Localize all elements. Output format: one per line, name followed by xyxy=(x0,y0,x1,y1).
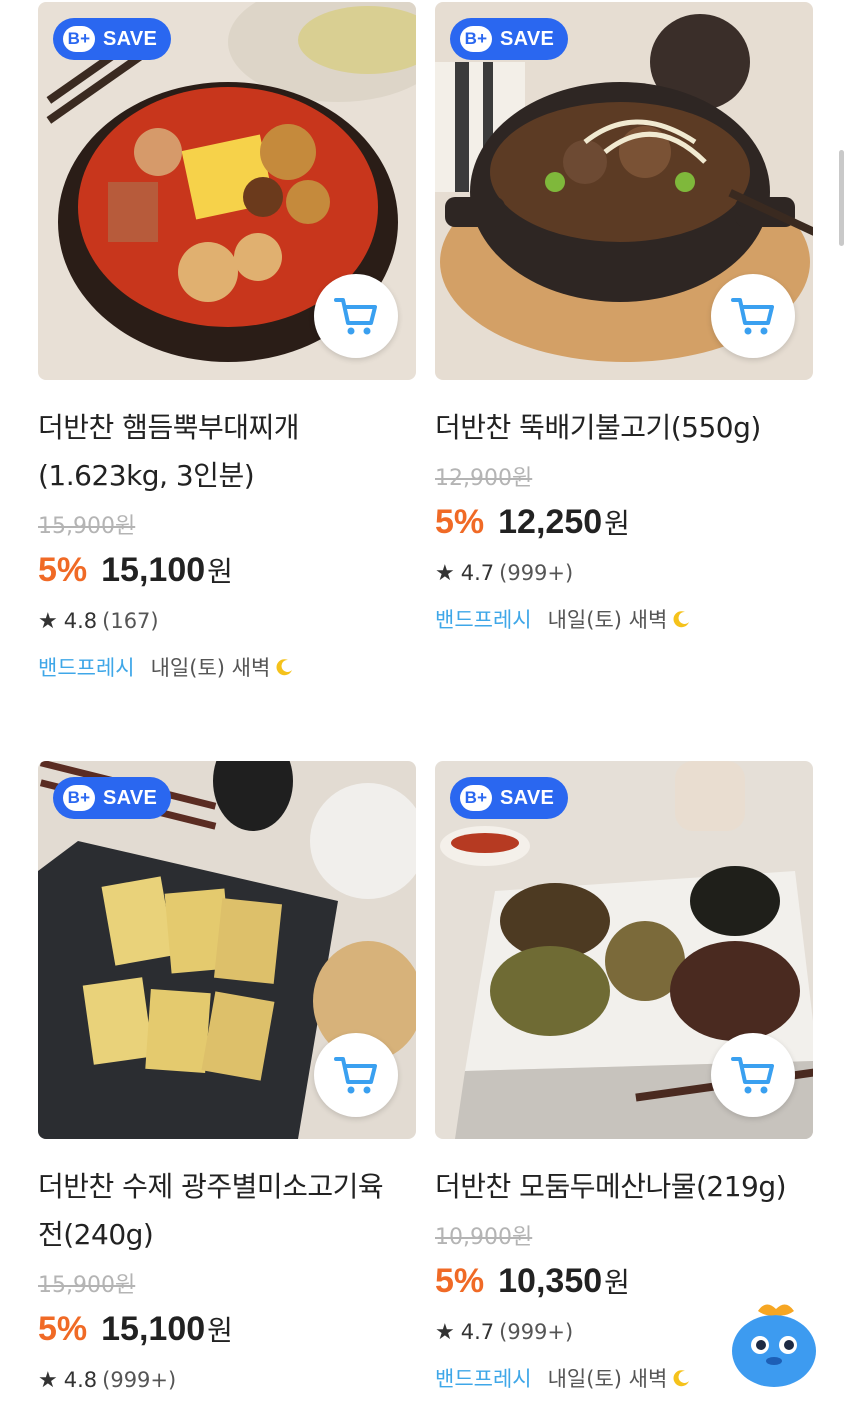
rating: ★ 4.7 (999+) xyxy=(435,558,813,588)
mascot-chat-button[interactable] xyxy=(728,1295,820,1387)
star-icon: ★ xyxy=(435,1319,455,1345)
original-price: 12,900원 xyxy=(435,466,533,491)
mascot-icon xyxy=(732,1304,816,1387)
product-name[interactable]: 더반찬 햄듬뿍부대찌개 (1.623kg, 3인분) xyxy=(38,404,416,500)
sale-price: 15,100 xyxy=(101,1310,206,1348)
product-card[interactable]: B+ SAVE 더반찬 햄듬뿍부대찌개 (1.623kg, 3인분) 15,90… xyxy=(38,2,416,682)
delivery-time: 내일(토) 새벽 xyxy=(150,656,271,680)
delivery-brand: 밴드프레시 xyxy=(435,608,532,632)
rating: ★ 4.8 (167) xyxy=(38,606,416,636)
currency-unit: 원 xyxy=(604,1266,630,1299)
save-badge: B+ SAVE xyxy=(53,18,172,60)
product-image[interactable]: B+ SAVE xyxy=(435,2,813,380)
product-card[interactable]: B+ SAVE 더반찬 수제 광주별미소고기육 전(240g) 15,900원 … xyxy=(38,761,416,1395)
discount-rate: 5% xyxy=(38,1310,88,1348)
rating-value: 4.8 xyxy=(63,609,98,633)
cart-icon xyxy=(334,1057,377,1094)
review-count: (999+) xyxy=(102,1368,177,1392)
sale-price: 12,250 xyxy=(498,503,603,541)
product-image[interactable]: B+ SAVE xyxy=(435,761,813,1139)
product-name-line1: 더반찬 뚝배기불고기(550g) xyxy=(435,411,761,444)
save-badge-label: SAVE xyxy=(103,27,158,50)
review-count: (167) xyxy=(102,609,159,633)
product-name-line2: 전(240g) xyxy=(38,1218,154,1251)
add-to-cart-button[interactable] xyxy=(314,1033,398,1117)
save-badge: B+ SAVE xyxy=(450,777,569,819)
save-badge-label: SAVE xyxy=(500,786,555,809)
b-plus-mark: B+ xyxy=(63,26,95,52)
original-price: 15,900원 xyxy=(38,514,136,539)
product-image[interactable]: B+ SAVE xyxy=(38,761,416,1139)
moon-icon xyxy=(673,610,691,628)
product-name-line1: 더반찬 모둠두메산나물(219g) xyxy=(435,1170,787,1203)
delivery-brand: 밴드프레시 xyxy=(38,656,135,680)
star-icon: ★ xyxy=(435,560,455,586)
product-name-line1: 더반찬 수제 광주별미소고기육 xyxy=(38,1170,384,1203)
star-icon: ★ xyxy=(38,608,58,634)
cart-icon xyxy=(731,298,774,335)
save-badge-label: SAVE xyxy=(500,27,555,50)
b-plus-mark: B+ xyxy=(460,26,492,52)
currency-unit: 원 xyxy=(207,1314,233,1347)
product-image[interactable]: B+ SAVE xyxy=(38,2,416,380)
product-name[interactable]: 더반찬 수제 광주별미소고기육 전(240g) xyxy=(38,1163,416,1259)
add-to-cart-button[interactable] xyxy=(314,274,398,358)
currency-unit: 원 xyxy=(207,555,233,588)
rating: ★ 4.8 (999+) xyxy=(38,1365,416,1395)
review-count: (999+) xyxy=(499,561,574,585)
delivery-info: 밴드프레시 내일(토) 새벽 xyxy=(435,604,813,634)
product-name-line1: 더반찬 햄듬뿍부대찌개 xyxy=(38,411,300,444)
add-to-cart-button[interactable] xyxy=(711,274,795,358)
save-badge: B+ SAVE xyxy=(53,777,172,819)
b-plus-mark: B+ xyxy=(460,785,492,811)
delivery-brand: 밴드프레시 xyxy=(435,1367,532,1391)
star-icon: ★ xyxy=(38,1367,58,1393)
save-badge-label: SAVE xyxy=(103,786,158,809)
discount-rate: 5% xyxy=(435,1262,485,1300)
review-count: (999+) xyxy=(499,1320,574,1344)
rating-value: 4.7 xyxy=(460,1320,495,1344)
moon-icon xyxy=(276,658,294,676)
add-to-cart-button[interactable] xyxy=(711,1033,795,1117)
discount-rate: 5% xyxy=(38,551,88,589)
delivery-time: 내일(토) 새벽 xyxy=(547,608,668,632)
moon-icon xyxy=(673,1369,691,1387)
price-row: 5% 15,100 원 xyxy=(38,1309,416,1353)
rating-value: 4.8 xyxy=(63,1368,98,1392)
original-price: 15,900원 xyxy=(38,1273,136,1298)
delivery-time: 내일(토) 새벽 xyxy=(547,1367,668,1391)
rating-value: 4.7 xyxy=(460,561,495,585)
sale-price: 10,350 xyxy=(498,1262,603,1300)
product-name[interactable]: 더반찬 모둠두메산나물(219g) xyxy=(435,1163,813,1211)
price-row: 5% 15,100 원 xyxy=(38,550,416,594)
product-name-line2: (1.623kg, 3인분) xyxy=(38,459,255,492)
price-row: 5% 12,250 원 xyxy=(435,502,813,546)
sale-price: 15,100 xyxy=(101,551,206,589)
original-price: 10,900원 xyxy=(435,1225,533,1250)
product-card[interactable]: B+ SAVE 더반찬 뚝배기불고기(550g) 12,900원 5% 12,2… xyxy=(435,2,813,634)
scrollbar[interactable] xyxy=(839,150,844,246)
discount-rate: 5% xyxy=(435,503,485,541)
save-badge: B+ SAVE xyxy=(450,18,569,60)
currency-unit: 원 xyxy=(604,507,630,540)
cart-icon xyxy=(731,1057,774,1094)
product-name[interactable]: 더반찬 뚝배기불고기(550g) xyxy=(435,404,813,452)
b-plus-mark: B+ xyxy=(63,785,95,811)
cart-icon xyxy=(334,298,377,335)
delivery-info: 밴드프레시 내일(토) 새벽 xyxy=(38,652,416,682)
